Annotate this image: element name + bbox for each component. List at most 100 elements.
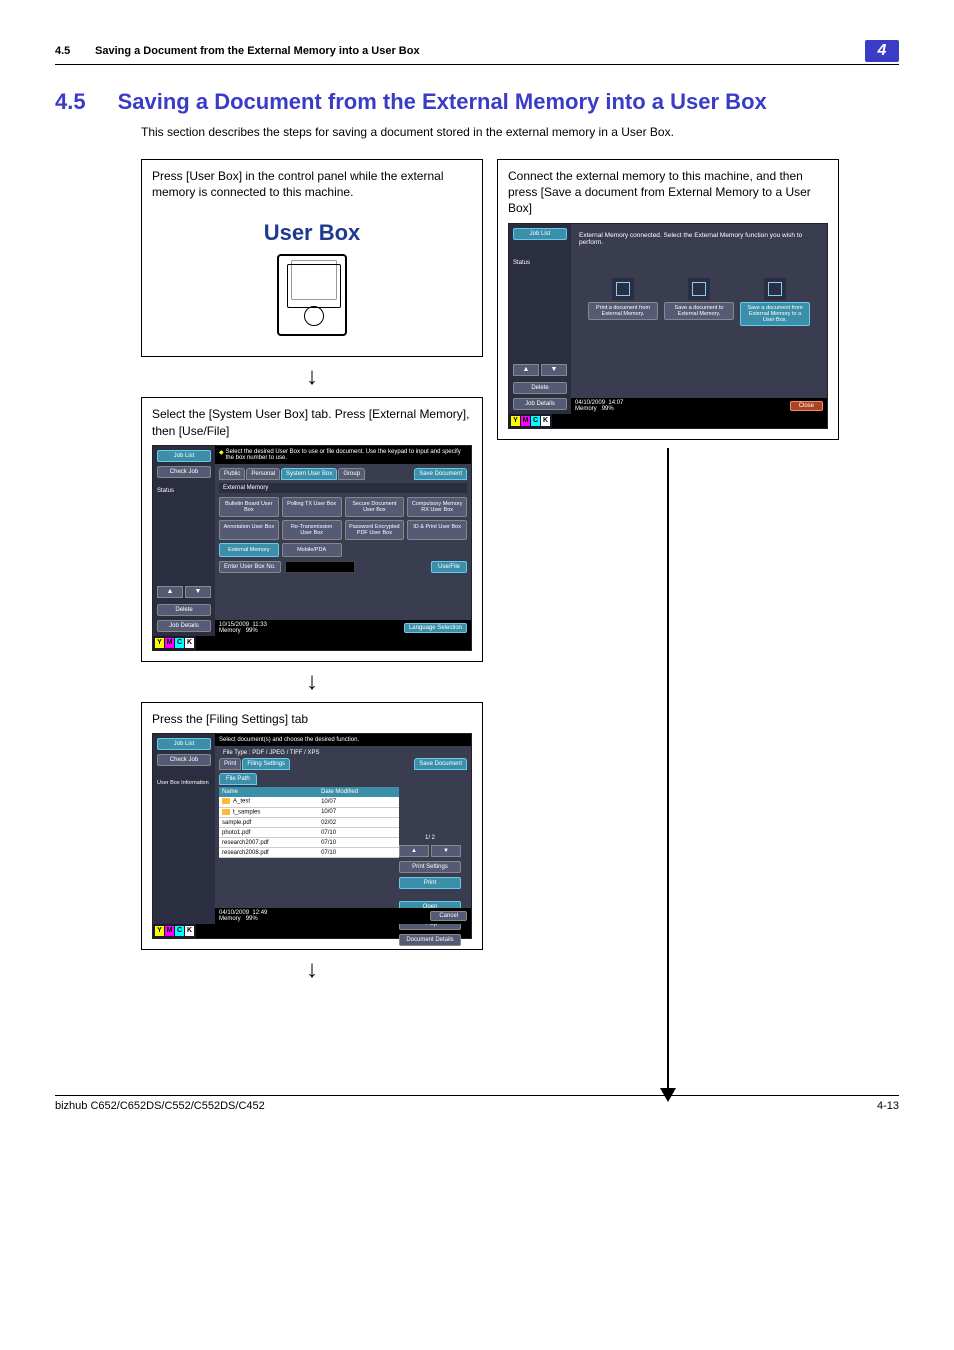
print-from-external-button[interactable]: Print a document from External Memory.: [588, 302, 658, 320]
table-row[interactable]: research2008.pdf07/10: [219, 848, 399, 858]
section-number: 4.5: [55, 89, 86, 115]
compulsory-memory-rx-box[interactable]: Compulsory Memory RX User Box: [407, 497, 467, 517]
job-list-button[interactable]: Job List: [513, 228, 567, 240]
hint-text: Select document(s) and choose the desire…: [219, 737, 359, 743]
cancel-button[interactable]: Cancel: [430, 911, 467, 921]
step1-right-text: Connect the external memory to this mach…: [508, 168, 828, 217]
tab-print[interactable]: Print: [219, 758, 241, 770]
delete-button[interactable]: Delete: [157, 604, 211, 616]
userbox-icon: [277, 254, 347, 336]
userbox-label: User Box: [264, 220, 361, 246]
document-details-button[interactable]: Document Details: [399, 934, 461, 946]
tab-filing-settings[interactable]: Filing Settings: [242, 758, 290, 770]
toner-levels-icon: YMCK: [153, 636, 196, 650]
down-arrow-icon: ↓: [306, 956, 318, 984]
save-to-external-button[interactable]: Save a document to External Memory.: [664, 302, 734, 320]
bulletin-board-box[interactable]: Bulletin Board User Box: [219, 497, 279, 517]
user-box-info-label: User Box Information: [157, 780, 211, 786]
toner-levels-icon: YMCK: [509, 414, 552, 428]
print-from-ext-icon: [612, 278, 634, 300]
status-label: Status: [513, 260, 567, 266]
external-memory-heading: External Memory: [219, 483, 467, 493]
table-row[interactable]: t_samples10/07: [219, 807, 399, 818]
header-title: Saving a Document from the External Memo…: [95, 45, 865, 57]
print-settings-button[interactable]: Print Settings: [399, 861, 461, 873]
check-job-button[interactable]: Check Job: [157, 466, 211, 478]
language-selection-button[interactable]: Language Selection: [404, 623, 467, 633]
save-ext-to-userbox-button[interactable]: Save a document from External Memory to …: [740, 302, 810, 326]
hint-text: Select the desired User Box to use or fi…: [226, 449, 467, 461]
step2-text: Select the [System User Box] tab. Press …: [152, 406, 472, 438]
tab-group[interactable]: Group: [338, 468, 365, 480]
print-button[interactable]: Print: [399, 877, 461, 889]
external-memory-box[interactable]: External Memory: [219, 543, 279, 557]
re-transmission-box[interactable]: Re-Transmission User Box: [282, 520, 342, 540]
running-header: 4.5 Saving a Document from the External …: [55, 40, 899, 65]
box-number-input[interactable]: [285, 561, 355, 573]
external-memory-message: External Memory connected. Select the Ex…: [575, 228, 823, 250]
down-arrow-long-icon: [660, 448, 676, 1102]
check-job-button[interactable]: Check Job: [157, 754, 211, 766]
userbox-panel-button[interactable]: User Box: [152, 206, 472, 346]
job-details-button[interactable]: Job Details: [157, 620, 211, 632]
job-list-button[interactable]: Job List: [157, 738, 211, 750]
toner-levels-icon: YMCK: [153, 924, 196, 938]
step3-screenshot: Job List Check Job User Box Information …: [152, 733, 472, 939]
table-row[interactable]: research2007.pdf07/10: [219, 838, 399, 848]
job-list-button[interactable]: Job List: [157, 450, 211, 462]
file-type-label: File Type: [223, 750, 247, 756]
step1-right-box: Connect the external memory to this mach…: [497, 159, 839, 440]
password-encrypted-pdf-box[interactable]: Password Encrypted PDF User Box: [345, 520, 405, 540]
step3-text: Press the [Filing Settings] tab: [152, 711, 472, 727]
footer-page-number: 4-13: [877, 1100, 899, 1112]
up-down-icons[interactable]: ▲▼: [157, 586, 211, 598]
use-file-button[interactable]: Use/File: [431, 561, 467, 573]
file-path-tab[interactable]: File Path: [219, 773, 257, 785]
col-name[interactable]: Name: [219, 787, 318, 797]
step2-box: Select the [System User Box] tab. Press …: [141, 397, 483, 661]
tab-public[interactable]: Public: [219, 468, 245, 480]
save-document-button[interactable]: Save Document: [414, 758, 467, 770]
job-details-button[interactable]: Job Details: [513, 398, 567, 410]
mobile-pda-box[interactable]: Mobile/PDA: [282, 543, 342, 557]
file-type-value: : PDF / JPEG / TIFF / XPS: [249, 750, 320, 756]
table-row[interactable]: photo1.pdf07/10: [219, 828, 399, 838]
save-ext-to-box-icon: [764, 278, 786, 300]
step1-left-text: Press [User Box] in the control panel wh…: [152, 168, 472, 200]
table-row[interactable]: sample.pdf02/02: [219, 818, 399, 828]
step1-left-box: Press [User Box] in the control panel wh…: [141, 159, 483, 357]
step1-right-screenshot: Job List Status ▲▼ Delete Job Details Ex…: [508, 223, 828, 429]
close-button[interactable]: Close: [790, 401, 823, 411]
page-up-down-icons[interactable]: ▲▼: [399, 845, 461, 857]
footer-mem-label: Memory: [575, 406, 597, 412]
save-document-button[interactable]: Save Document: [414, 468, 467, 480]
step2-screenshot: Job List Check Job Status ▲▼ Delete Job …: [152, 445, 472, 651]
tab-system-user-box[interactable]: System User Box: [281, 468, 337, 480]
header-section-number: 4.5: [55, 45, 95, 57]
footer-model: bizhub C652/C652DS/C552/C552DS/C452: [55, 1100, 265, 1112]
tab-personal[interactable]: Personal: [246, 468, 280, 480]
step3-box: Press the [Filing Settings] tab Job List…: [141, 702, 483, 950]
down-arrow-icon: ↓: [306, 668, 318, 696]
file-table: NameDate Modified A_test10/07 t_samples1…: [219, 787, 399, 858]
id-print-box[interactable]: ID & Print User Box: [407, 520, 467, 540]
down-arrow-icon: ↓: [306, 363, 318, 391]
delete-button[interactable]: Delete: [513, 382, 567, 394]
secure-document-box[interactable]: Secure Document User Box: [345, 497, 405, 517]
up-down-icons[interactable]: ▲▼: [513, 364, 567, 376]
col-date[interactable]: Date Modified: [318, 787, 399, 797]
page-indicator: 1/ 2: [399, 835, 461, 841]
status-label: Status: [157, 488, 211, 494]
section-title: Saving a Document from the External Memo…: [118, 89, 767, 115]
table-row[interactable]: A_test10/07: [219, 797, 399, 807]
enter-box-no-label: Enter User Box No.: [219, 561, 281, 573]
page-footer: bizhub C652/C652DS/C552/C552DS/C452 4-13: [55, 1095, 899, 1112]
footer-mem-pct: 99%: [246, 628, 258, 634]
footer-mem-pct: 99%: [602, 406, 614, 412]
annotation-box[interactable]: Annotation User Box: [219, 520, 279, 540]
polling-tx-box[interactable]: Polling TX User Box: [282, 497, 342, 517]
footer-mem-label: Memory: [219, 628, 241, 634]
section-heading: 4.5 Saving a Document from the External …: [55, 89, 899, 115]
footer-mem-pct: 99%: [246, 916, 258, 922]
section-intro: This section describes the steps for sav…: [141, 125, 899, 139]
